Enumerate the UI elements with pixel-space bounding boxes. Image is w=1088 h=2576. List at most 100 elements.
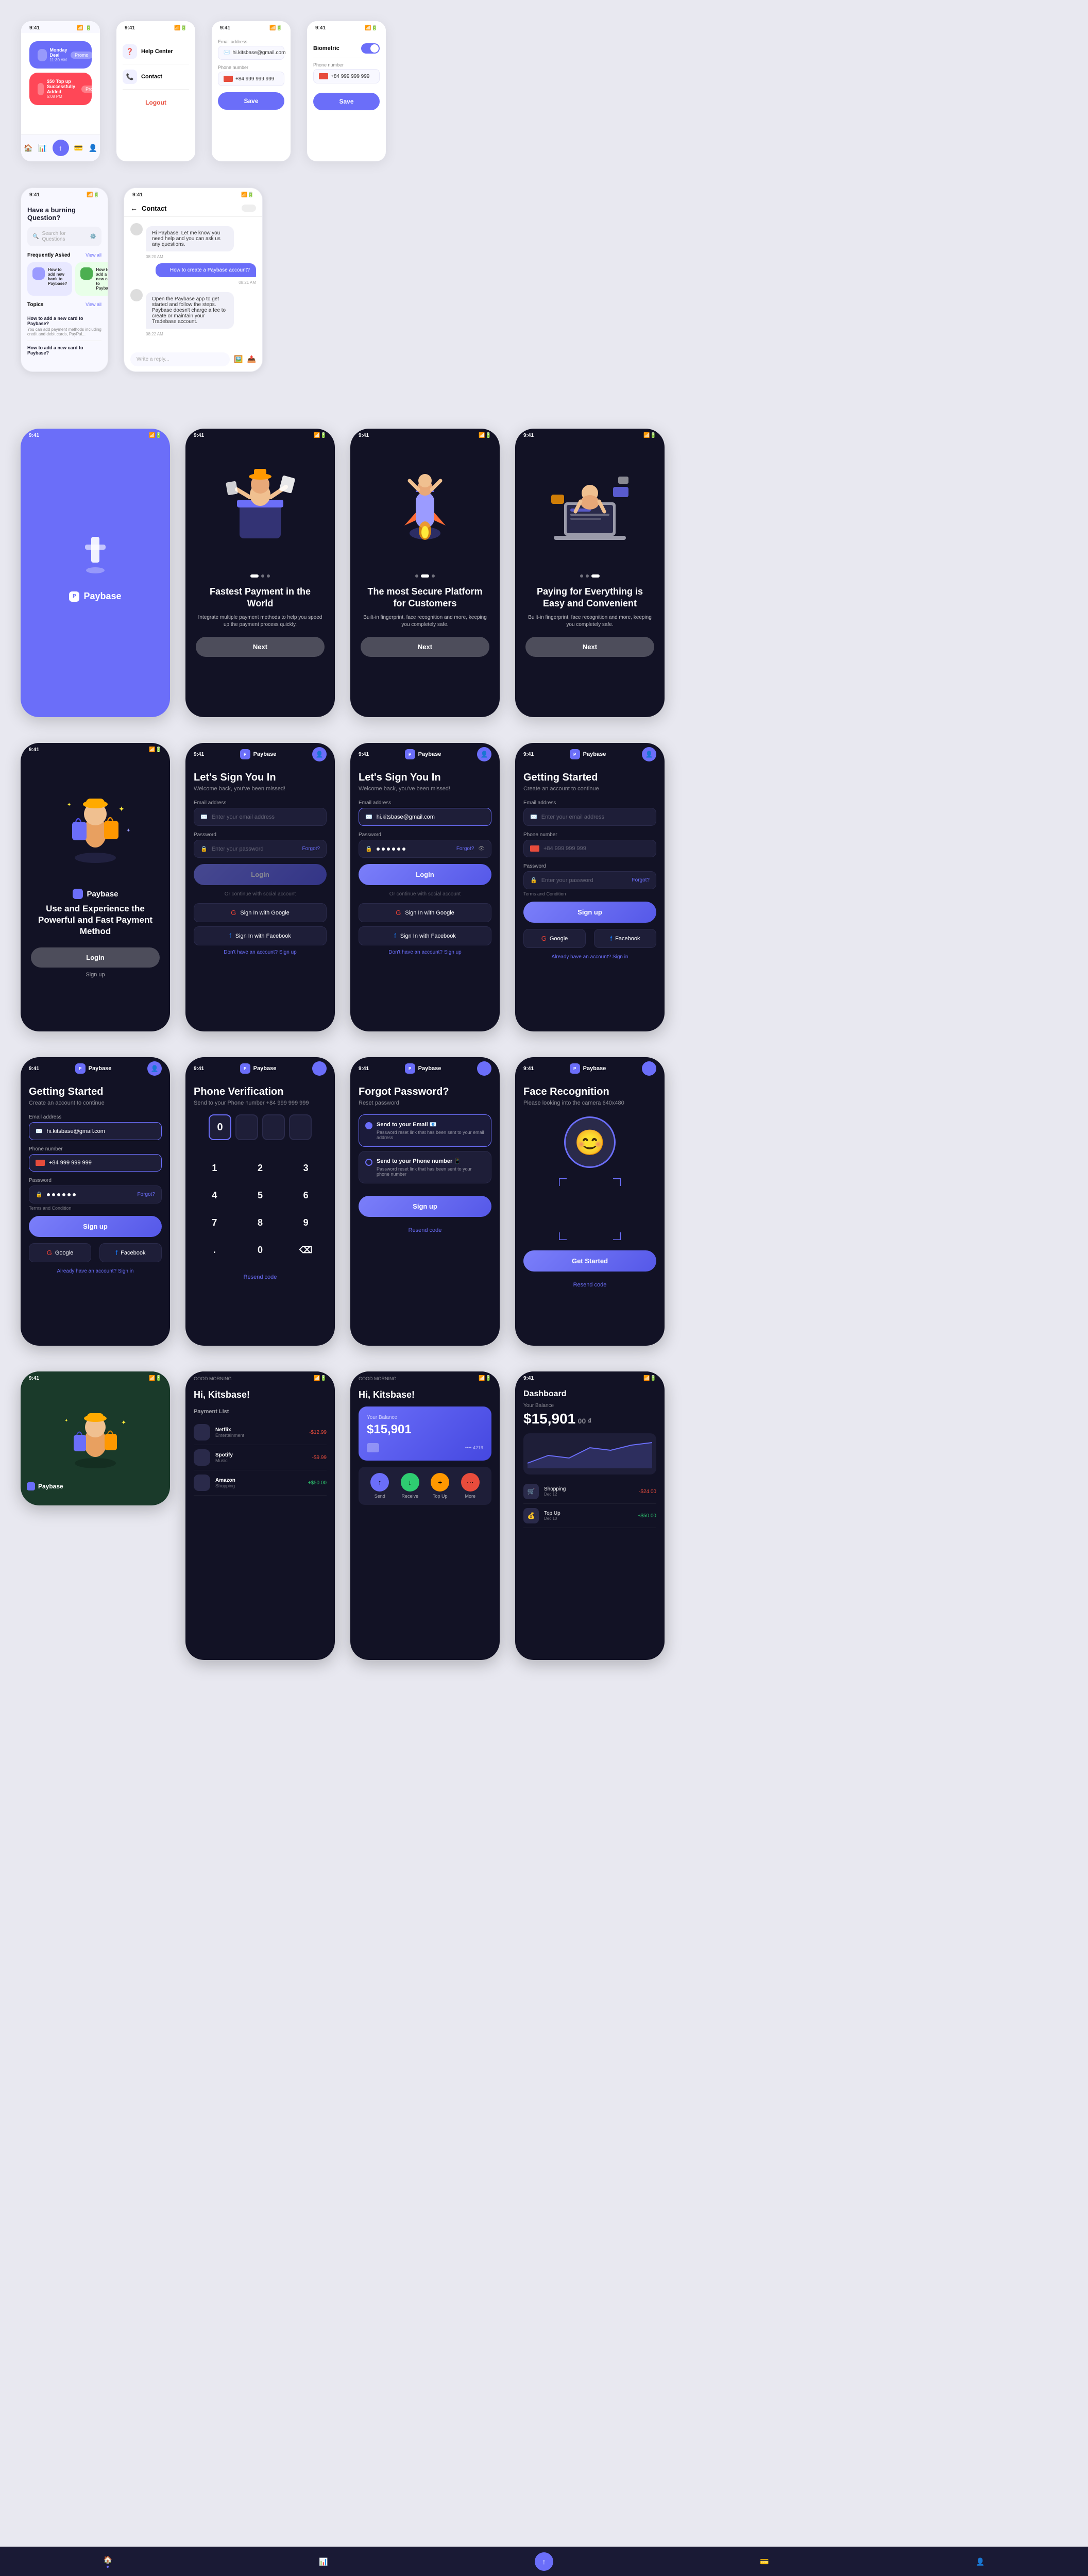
action-more[interactable]: ⋯ More	[461, 1473, 480, 1499]
login-btn-f[interactable]: Login	[359, 864, 491, 885]
notif-topup[interactable]: $50 Top up Successfully Added 5:08 PM Pr…	[29, 73, 92, 105]
signup-btn-fp[interactable]: Sign up	[359, 1196, 491, 1217]
google-btn-empty[interactable]: G Sign In with Google	[194, 903, 327, 922]
google-half-regf[interactable]: G Google	[29, 1243, 91, 1262]
signup-btn-regf[interactable]: Sign up	[29, 1216, 162, 1237]
resend-link-fr[interactable]: Resend code	[523, 1282, 656, 1288]
num-7[interactable]: 7	[194, 1211, 235, 1234]
google-half-reg[interactable]: G Google	[523, 929, 586, 948]
profile-avatar-signin[interactable]: 👤	[312, 747, 327, 761]
num-5[interactable]: 5	[240, 1184, 281, 1207]
nav-home[interactable]: 🏠	[24, 144, 32, 152]
save-bio-button[interactable]: Save	[313, 93, 380, 110]
facebook-btn-empty[interactable]: f Sign In with Facebook	[194, 926, 327, 945]
forgot-link-reg[interactable]: Forgot?	[632, 877, 650, 883]
topic-item-1[interactable]: How to add a new card to Paybase?	[27, 341, 101, 360]
faq-search[interactable]: 🔍 Search for Questions ⚙️	[27, 227, 101, 246]
pw-input-empty[interactable]: 🔒 Enter your password Forgot?	[194, 840, 327, 858]
num-4[interactable]: 4	[194, 1184, 235, 1207]
code-box-3[interactable]	[289, 1114, 312, 1140]
num-6[interactable]: 6	[285, 1184, 327, 1207]
nav-card[interactable]: 💳	[74, 144, 83, 152]
pw-input-reg[interactable]: 🔒 Enter your password Forgot?	[523, 871, 656, 889]
forgot-link-f[interactable]: Forgot?	[456, 846, 474, 852]
send-icon[interactable]: 📤	[247, 355, 256, 364]
num-8[interactable]: 8	[240, 1211, 281, 1234]
num-0[interactable]: 0	[240, 1239, 281, 1262]
contact-item[interactable]: 📞 Contact	[123, 64, 189, 90]
email-input-empty[interactable]: ✉️ Enter your email address	[194, 808, 327, 826]
email-input-regf[interactable]: ✉️ hi.kitsbase@gmail.com	[29, 1122, 162, 1140]
num-9[interactable]: 9	[285, 1211, 327, 1234]
logout-item[interactable]: Logout	[123, 90, 189, 115]
profile-avatar-fp[interactable]	[477, 1061, 491, 1076]
resend-link-fp[interactable]: Resend code	[359, 1227, 491, 1233]
action-send[interactable]: ↑ Send	[370, 1473, 389, 1499]
email-input-reg[interactable]: ✉️ Enter your email address	[523, 808, 656, 826]
facebook-half-regf[interactable]: f Facebook	[99, 1243, 162, 1262]
phone-input-regf[interactable]: +84 999 999 999	[29, 1154, 162, 1172]
topic-item-0[interactable]: How to add a new card to Paybase? You ca…	[27, 312, 101, 341]
chat-toggle[interactable]	[242, 205, 256, 212]
welcome-login-btn[interactable]: Login	[31, 947, 160, 968]
profile-avatar-reg[interactable]: 👤	[642, 747, 656, 761]
profile-avatar-fr[interactable]	[642, 1061, 656, 1076]
get-started-btn[interactable]: Get Started	[523, 1250, 656, 1272]
next-btn-2[interactable]: Next	[361, 637, 489, 657]
signin-action-reg[interactable]: Sign in	[613, 954, 628, 960]
email-input-f[interactable]: ✉️ hi.kitsbase@gmail.com	[359, 808, 491, 826]
save-button[interactable]: Save	[218, 92, 284, 110]
profile-avatar-f[interactable]: 👤	[477, 747, 491, 761]
forgot-regf[interactable]: Forgot?	[138, 1192, 155, 1197]
pw-input-regf[interactable]: 🔒 Forgot?	[29, 1185, 162, 1204]
faq-view-all[interactable]: View all	[86, 252, 101, 258]
forgot-email-option[interactable]: Send to your Email 📧 Password reset link…	[359, 1114, 491, 1147]
topics-view-all[interactable]: View all	[86, 302, 101, 308]
nav-profile[interactable]: 👤	[88, 144, 97, 152]
filter-icon[interactable]: ⚙️	[90, 234, 96, 240]
phone-bio-input[interactable]: +84 999 999 999	[313, 69, 380, 83]
help-center-item[interactable]: ❓ Help Center	[123, 39, 189, 64]
facebook-btn-f[interactable]: f Sign In with Facebook	[359, 926, 491, 945]
code-box-1[interactable]	[235, 1114, 258, 1140]
num-1[interactable]: 1	[194, 1157, 235, 1180]
code-box-2[interactable]	[262, 1114, 285, 1140]
signin-action-regf[interactable]: Sign in	[118, 1268, 134, 1274]
next-btn-1[interactable]: Next	[196, 637, 325, 657]
biometric-toggle[interactable]	[361, 43, 380, 54]
action-receive[interactable]: ↓ Receive	[401, 1473, 419, 1499]
welcome-signup-link[interactable]: Sign up	[31, 972, 160, 978]
action-topup[interactable]: + Top Up	[431, 1473, 449, 1499]
pw-input-f[interactable]: 🔒 Forgot? 👁	[359, 840, 491, 858]
image-icon[interactable]: 🖼️	[234, 355, 243, 364]
facebook-half-reg[interactable]: f Facebook	[594, 929, 656, 948]
num-dot[interactable]: .	[194, 1239, 235, 1262]
signup-btn-reg[interactable]: Sign up	[523, 902, 656, 923]
resend-link-pv[interactable]: Resend code	[185, 1274, 335, 1280]
reply-input[interactable]: Write a reply...	[130, 352, 230, 366]
google-btn-f[interactable]: G Sign In with Google	[359, 903, 491, 922]
terms-reg[interactable]: Terms and Condition	[523, 891, 656, 896]
nav-activity[interactable]: 📊	[38, 144, 47, 152]
phone-input-reg[interactable]: +84 999 999 999	[523, 840, 656, 857]
terms-regf[interactable]: Terms and Condition	[29, 1206, 162, 1211]
faq-card-1[interactable]: How to add a new card to Paybase?	[75, 262, 108, 296]
num-2[interactable]: 2	[240, 1157, 281, 1180]
eye-icon-f[interactable]: 👁	[478, 846, 485, 852]
num-3[interactable]: 3	[285, 1157, 327, 1180]
forgot-link-empty[interactable]: Forgot?	[302, 846, 320, 852]
code-box-0[interactable]: 0	[209, 1114, 231, 1140]
next-btn-3[interactable]: Next	[525, 637, 654, 657]
num-backspace[interactable]: ⌫	[285, 1239, 327, 1262]
notif-monday-deal[interactable]: Monday Deal 11:30 AM Promo	[29, 41, 92, 69]
email-input[interactable]: ✉️ hi.kitsbase@gmail.com	[218, 46, 284, 60]
profile-avatar-regf[interactable]: 👤	[147, 1061, 162, 1076]
back-icon[interactable]: ←	[130, 204, 138, 212]
login-btn-empty[interactable]: Login	[194, 864, 327, 885]
phone-input[interactable]: +84 999 999 999	[218, 72, 284, 86]
forgot-phone-option[interactable]: Send to your Phone number 📱 Password res…	[359, 1151, 491, 1183]
nav-send[interactable]: ↑	[53, 140, 69, 156]
signup-action-f[interactable]: Sign up	[444, 950, 462, 955]
faq-card-0[interactable]: How to add new bank to Paybase?	[27, 262, 72, 296]
signup-action-empty[interactable]: Sign up	[279, 950, 297, 955]
